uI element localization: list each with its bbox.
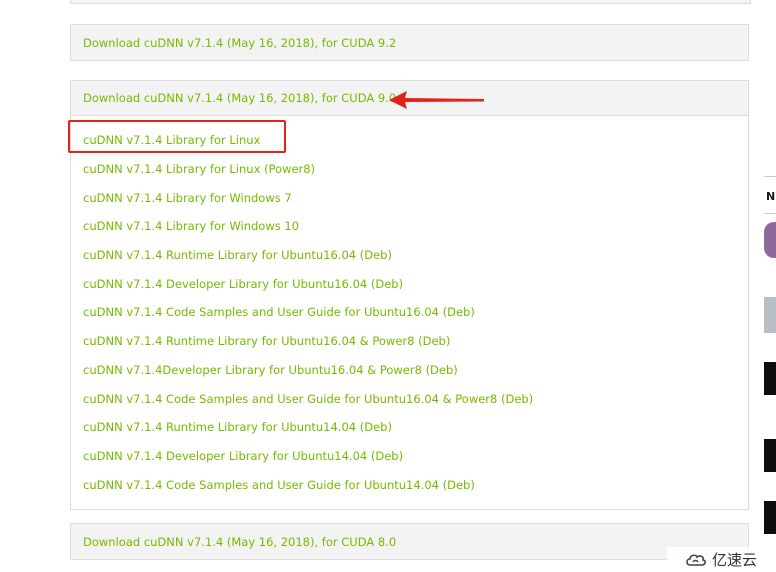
list-item: cuDNN v7.1.4Developer Library for Ubuntu… [83, 356, 748, 385]
panel-header-cuda-92[interactable]: Download cuDNN v7.1.4 (May 16, 2018), fo… [71, 25, 748, 60]
download-cuda-92-link[interactable]: Download cuDNN v7.1.4 (May 16, 2018), fo… [83, 36, 396, 50]
samples-ubuntu1404-link[interactable]: cuDNN v7.1.4 Code Samples and User Guide… [83, 478, 475, 492]
red-arrow-icon [389, 91, 484, 109]
watermark-text: 亿速云 [712, 551, 758, 569]
previous-panel-edge [70, 0, 751, 4]
list-item: cuDNN v7.1.4 Code Samples and User Guide… [83, 298, 748, 327]
list-item: cuDNN v7.1.4 Library for Linux (Power8) [83, 155, 748, 184]
list-item: cuDNN v7.1.4 Library for Windows 7 [83, 183, 748, 212]
runtime-ubuntu1404-link[interactable]: cuDNN v7.1.4 Runtime Library for Ubuntu1… [83, 420, 392, 434]
runtime-ubuntu1604-link[interactable]: cuDNN v7.1.4 Runtime Library for Ubuntu1… [83, 248, 392, 262]
samples-ubuntu1604-link[interactable]: cuDNN v7.1.4 Code Samples and User Guide… [83, 305, 475, 319]
list-item: cuDNN v7.1.4 Runtime Library for Ubuntu1… [83, 241, 748, 270]
runtime-ubuntu1604-power8-link[interactable]: cuDNN v7.1.4 Runtime Library for Ubuntu1… [83, 334, 450, 348]
watermark: 亿速云 [667, 547, 776, 572]
library-linux-power8-link[interactable]: cuDNN v7.1.4 Library for Linux (Power8) [83, 162, 315, 176]
panel-cuda-92: Download cuDNN v7.1.4 (May 16, 2018), fo… [70, 24, 749, 61]
sidebar-divider [764, 213, 776, 214]
list-item: cuDNN v7.1.4 Runtime Library for Ubuntu1… [83, 327, 748, 356]
sidebar-thumbnail[interactable] [764, 439, 776, 472]
developer-ubuntu1604-power8-link[interactable]: cuDNN v7.1.4Developer Library for Ubuntu… [83, 363, 458, 377]
panel-body-cuda-90: cuDNN v7.1.4 Library for Linux cuDNN v7.… [71, 116, 748, 509]
list-item: cuDNN v7.1.4 Code Samples and User Guide… [83, 470, 748, 499]
list-item: cuDNN v7.1.4 Runtime Library for Ubuntu1… [83, 413, 748, 442]
sidebar-thumbnail[interactable] [764, 297, 776, 333]
sidebar-thumbnail[interactable] [764, 362, 776, 395]
library-windows7-link[interactable]: cuDNN v7.1.4 Library for Windows 7 [83, 191, 292, 205]
panel-cuda-80: Download cuDNN v7.1.4 (May 16, 2018), fo… [70, 523, 749, 560]
developer-ubuntu1604-link[interactable]: cuDNN v7.1.4 Developer Library for Ubunt… [83, 277, 403, 291]
panel-header-cuda-80[interactable]: Download cuDNN v7.1.4 (May 16, 2018), fo… [71, 524, 748, 559]
cloud-logo-icon [686, 553, 706, 566]
sidebar-heading: N [766, 190, 776, 203]
list-item: cuDNN v7.1.4 Code Samples and User Guide… [83, 384, 748, 413]
highlight-box-annotation [68, 120, 286, 153]
sidebar-thumbnail[interactable] [764, 222, 776, 258]
download-cuda-90-link[interactable]: Download cuDNN v7.1.4 (May 16, 2018), fo… [83, 91, 396, 105]
sidebar-thumbnail[interactable] [764, 501, 776, 534]
developer-ubuntu1404-link[interactable]: cuDNN v7.1.4 Developer Library for Ubunt… [83, 449, 403, 463]
list-item: cuDNN v7.1.4 Developer Library for Ubunt… [83, 442, 748, 471]
list-item: cuDNN v7.1.4 Developer Library for Ubunt… [83, 269, 748, 298]
list-item: cuDNN v7.1.4 Library for Windows 10 [83, 212, 748, 241]
download-cuda-80-link[interactable]: Download cuDNN v7.1.4 (May 16, 2018), fo… [83, 535, 396, 549]
library-windows10-link[interactable]: cuDNN v7.1.4 Library for Windows 10 [83, 219, 299, 233]
samples-ubuntu1604-power8-link[interactable]: cuDNN v7.1.4 Code Samples and User Guide… [83, 392, 533, 406]
sidebar-divider [764, 176, 776, 177]
